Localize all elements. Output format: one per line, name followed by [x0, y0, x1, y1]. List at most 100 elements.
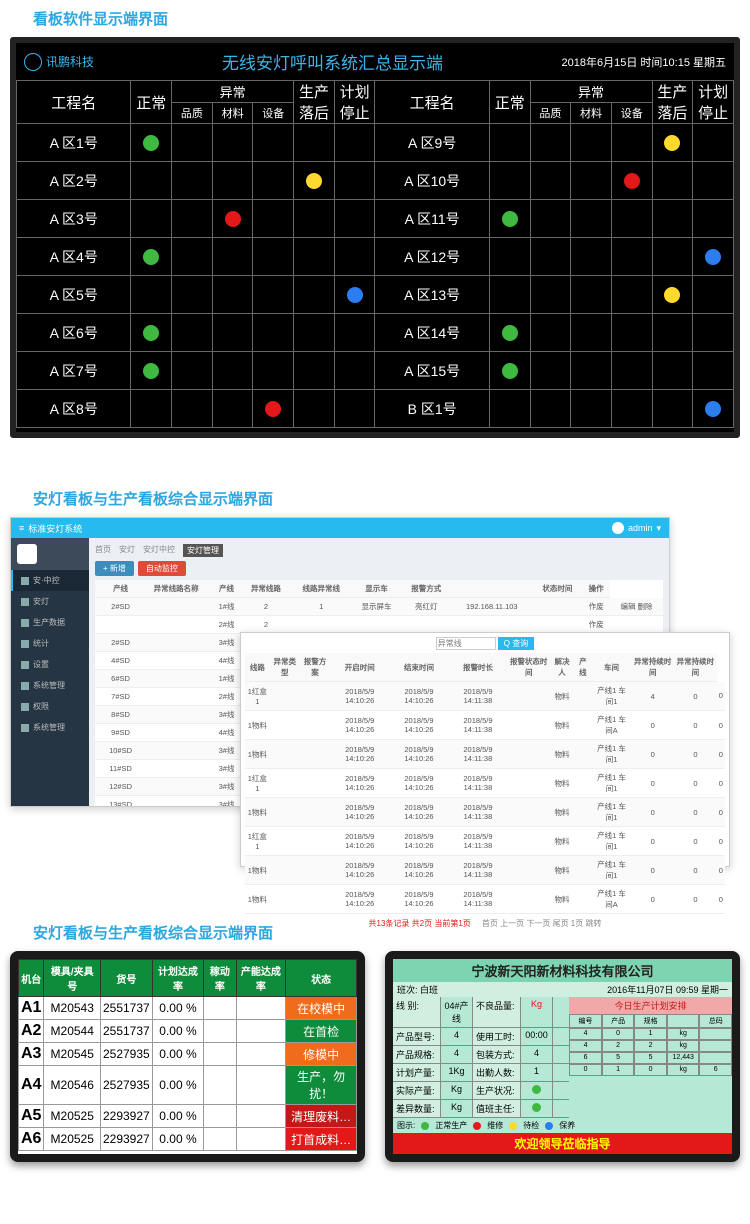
board-datetime: 2018年6月15日 时间10:15 星期五 [521, 54, 726, 70]
app-title: 标准安灯系统 [28, 522, 82, 535]
plan-header: 今日生产计划安排 [569, 997, 732, 1014]
chevron-down-icon[interactable]: ▾ [656, 523, 661, 534]
username: admin [628, 523, 653, 533]
sidebar-item[interactable]: 设置 [11, 654, 89, 675]
col-normal: 正常 [131, 81, 172, 124]
sidebar-item[interactable]: 安·中控 [11, 570, 89, 591]
sidebar-item[interactable]: 统计 [11, 633, 89, 654]
sidebar-user[interactable] [11, 538, 89, 570]
nav-icon [21, 661, 29, 669]
table-row: A 区5号A 区13号 [17, 276, 734, 314]
tablet-right: 宁波新天阳新材料科技有限公司 班次: 白班2016年11月07日 09:59 星… [385, 951, 740, 1162]
col-abnormal: 异常 [530, 81, 652, 103]
avatar[interactable] [612, 522, 624, 534]
table-row[interactable]: 1物料2018/5/9 14:10:262018/5/9 14:10:26201… [245, 711, 725, 740]
info-row: 产品规格:4包装方式:4 [393, 1046, 569, 1064]
project-name: A 区4号 [17, 238, 131, 276]
legend: 图示:正常生产维修待检保养 [393, 1118, 732, 1133]
status-cell: 在校模中 [286, 997, 357, 1020]
status-dot [664, 135, 680, 151]
col-header: 产能达成率 [236, 960, 286, 997]
status-cell: 在首检 [286, 1020, 357, 1043]
table-row[interactable]: 1物料2018/5/9 14:10:262018/5/9 14:10:26201… [245, 856, 725, 885]
shift-label: 班次: 白班 [397, 983, 438, 996]
table-row: A6M2052522939270.00 %打首成料… [19, 1128, 357, 1151]
table-row: A 区1号A 区9号 [17, 124, 734, 162]
table-row[interactable]: 1物料2018/5/9 14:10:262018/5/9 14:10:26201… [245, 798, 725, 827]
legend-dot [473, 1122, 481, 1130]
welcome-footer: 欢迎领导莅临指导 [393, 1133, 732, 1154]
project-name: A 区12号 [375, 238, 489, 276]
menu-icon[interactable]: ≡ [19, 523, 24, 533]
status-dot [705, 401, 721, 417]
sidebar-item[interactable]: 安灯 [11, 591, 89, 612]
project-name: B 区1号 [375, 390, 489, 428]
andon-table: 工程名正常异常生产落后计划停止工程名正常异常生产落后计划停止品质材料设备品质材料… [16, 80, 734, 428]
data-table-b: 线路异常类型报警方案开启时间结束时间报警时长报警状态时间解决人产线车间异常持续时… [245, 653, 725, 914]
sidebar-item[interactable]: 系统管理 [11, 717, 89, 738]
table-row[interactable]: 1红盒12018/5/9 14:10:262018/5/9 14:10:2620… [245, 682, 725, 711]
status-cell: 修模中 [286, 1043, 357, 1066]
status-cell: 清理废料… [286, 1105, 357, 1128]
status-dot [664, 287, 680, 303]
info-row: 差异数量:Kg值班主任: [393, 1100, 569, 1118]
table-row: A 区6号A 区14号 [17, 314, 734, 352]
table-row[interactable]: 1红盒12018/5/9 14:10:262018/5/9 14:10:2620… [245, 827, 725, 856]
status-dot [143, 363, 159, 379]
plan-grid: 编号产品规格总码401kg422kg65512,443010kg6 [569, 1014, 732, 1076]
table-row[interactable]: 2#线2作废 [95, 616, 663, 634]
brand-icon [24, 53, 42, 71]
table-row: A 区2号 A 区10号 [17, 162, 734, 200]
auto-monitor-button[interactable]: 自动监控 [138, 561, 186, 576]
nav-icon [21, 703, 29, 711]
add-button[interactable]: + 新增 [95, 561, 134, 576]
table-row: A3M2054525279350.00 %修模中 [19, 1043, 357, 1066]
breadcrumb-item[interactable]: 安灯中控 [143, 544, 175, 557]
machine-status-table: 机台模具/夹具号货号计划达成率稼动率产能达成率状态A1M205432551737… [18, 959, 357, 1151]
col-planstop: 计划停止 [693, 81, 734, 124]
sidebar-item[interactable]: 生产数据 [11, 612, 89, 633]
status-dot [265, 401, 281, 417]
section1-title: 看板软件显示端界面 [0, 0, 750, 37]
search-button[interactable]: Q 查询 [498, 637, 534, 650]
pager: 共13条记录 共2页 当前第1页 首页 上一页 下一页 尾页 1页 跳转 [245, 914, 725, 933]
project-name: A 区10号 [375, 162, 489, 200]
col-header: 货号 [100, 960, 152, 997]
status-dot [502, 211, 518, 227]
col-behind: 生产落后 [652, 81, 693, 124]
project-name: A 区9号 [375, 124, 489, 162]
table-row[interactable]: 1物料2018/5/9 14:10:262018/5/9 14:10:26201… [245, 740, 725, 769]
status-dot [347, 287, 363, 303]
nav-icon [21, 598, 29, 606]
project-name: A 区7号 [17, 352, 131, 390]
project-name: A 区5号 [17, 276, 131, 314]
pager-nav[interactable]: 首页 上一页 下一页 尾页 1页 跳转 [482, 919, 602, 928]
table-row: A1M2054325517370.00 %在校模中 [19, 997, 357, 1020]
search-input[interactable] [436, 637, 496, 650]
status-dot [502, 363, 518, 379]
search-bar: Q 查询 [245, 637, 725, 650]
breadcrumb-item[interactable]: 安灯管理 [183, 544, 223, 557]
sidebar-item[interactable]: 系统管理 [11, 675, 89, 696]
sidebar-item[interactable]: 权限 [11, 696, 89, 717]
col-behind: 生产落后 [294, 81, 335, 124]
table-row[interactable]: 1红盒12018/5/9 14:10:262018/5/9 14:10:2620… [245, 769, 725, 798]
table-row: A4M2054625279350.00 %生产，勿扰！ [19, 1066, 357, 1105]
table-row: A2M2054425517370.00 %在首检 [19, 1020, 357, 1043]
col-header: 模具/夹具号 [44, 960, 101, 997]
col-normal: 正常 [489, 81, 530, 124]
datetime-label: 2016年11月07日 09:59 星期一 [607, 983, 728, 996]
table-row[interactable]: 1物料2018/5/9 14:10:262018/5/9 14:10:26201… [245, 885, 725, 914]
col-project: 工程名 [17, 81, 131, 124]
project-name: A 区8号 [17, 390, 131, 428]
breadcrumb-item[interactable]: 首页 [95, 544, 111, 557]
col-header: 稼动率 [204, 960, 236, 997]
brand-text: 讯鹏科技 [46, 53, 94, 70]
status-dot [143, 325, 159, 341]
breadcrumb-item[interactable]: 安灯 [119, 544, 135, 557]
project-name: A 区14号 [375, 314, 489, 352]
table-row[interactable]: 2#SD1#线21显示屏车亮红灯192.168.11.103作废编辑 删除 [95, 598, 663, 616]
project-name: A 区2号 [17, 162, 131, 200]
legend-dot [421, 1122, 429, 1130]
legend-dot [509, 1122, 517, 1130]
